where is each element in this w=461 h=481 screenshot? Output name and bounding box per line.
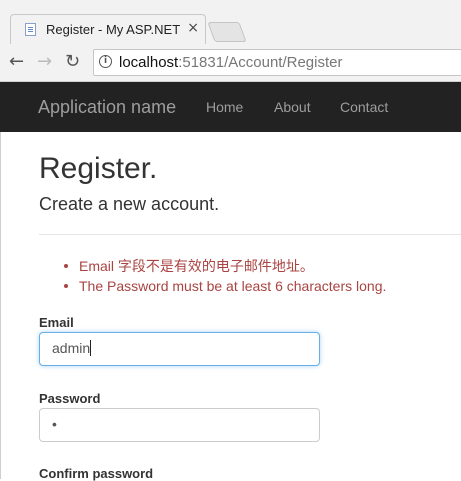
password-input[interactable]: •: [39, 408, 320, 442]
new-tab-button[interactable]: [207, 22, 247, 42]
nav-about-link[interactable]: About: [274, 99, 311, 115]
text-caret: [90, 340, 92, 356]
email-input[interactable]: admin: [39, 332, 320, 366]
email-value: admin: [52, 340, 91, 356]
page-title: Register.: [39, 152, 158, 185]
reload-icon[interactable]: ↻: [65, 52, 80, 72]
browser-tab[interactable]: Register - My ASP.NET ×: [10, 14, 206, 44]
site-navbar: Application name Home About Contact: [0, 82, 461, 132]
validation-summary: Email 字段不是有效的电子邮件地址。 The Password must b…: [39, 256, 386, 296]
tab-title: Register - My ASP.NET: [46, 22, 181, 37]
divider: [39, 234, 461, 235]
browser-toolbar: ← → ↻ i localhost:51831/Account/Register: [0, 44, 461, 82]
validation-error: Email 字段不是有效的电子邮件地址。: [39, 256, 386, 276]
email-label: Email: [39, 315, 74, 330]
url-text[interactable]: localhost:51831/Account/Register: [119, 54, 342, 71]
site-info-icon[interactable]: i: [99, 55, 112, 68]
page-subtitle: Create a new account.: [39, 194, 220, 214]
brand-link[interactable]: Application name: [38, 97, 176, 118]
password-value: •: [52, 416, 57, 432]
address-bar[interactable]: i localhost:51831/Account/Register: [93, 49, 461, 76]
nav-contact-link[interactable]: Contact: [340, 99, 388, 115]
page-content: Register. Create a new account. Email 字段…: [0, 132, 461, 481]
nav-home-link[interactable]: Home: [206, 99, 243, 115]
password-label: Password: [39, 391, 101, 406]
browser-tabstrip: Register - My ASP.NET ×: [0, 0, 461, 44]
url-host: localhost: [119, 54, 179, 71]
page-favicon-icon: [25, 23, 36, 36]
validation-error: The Password must be at least 6 characte…: [39, 276, 386, 296]
back-arrow-icon[interactable]: ←: [9, 52, 24, 72]
tab-close-icon[interactable]: ×: [187, 20, 199, 36]
url-path: :51831/Account/Register: [178, 54, 343, 71]
forward-arrow-icon[interactable]: →: [37, 52, 52, 72]
